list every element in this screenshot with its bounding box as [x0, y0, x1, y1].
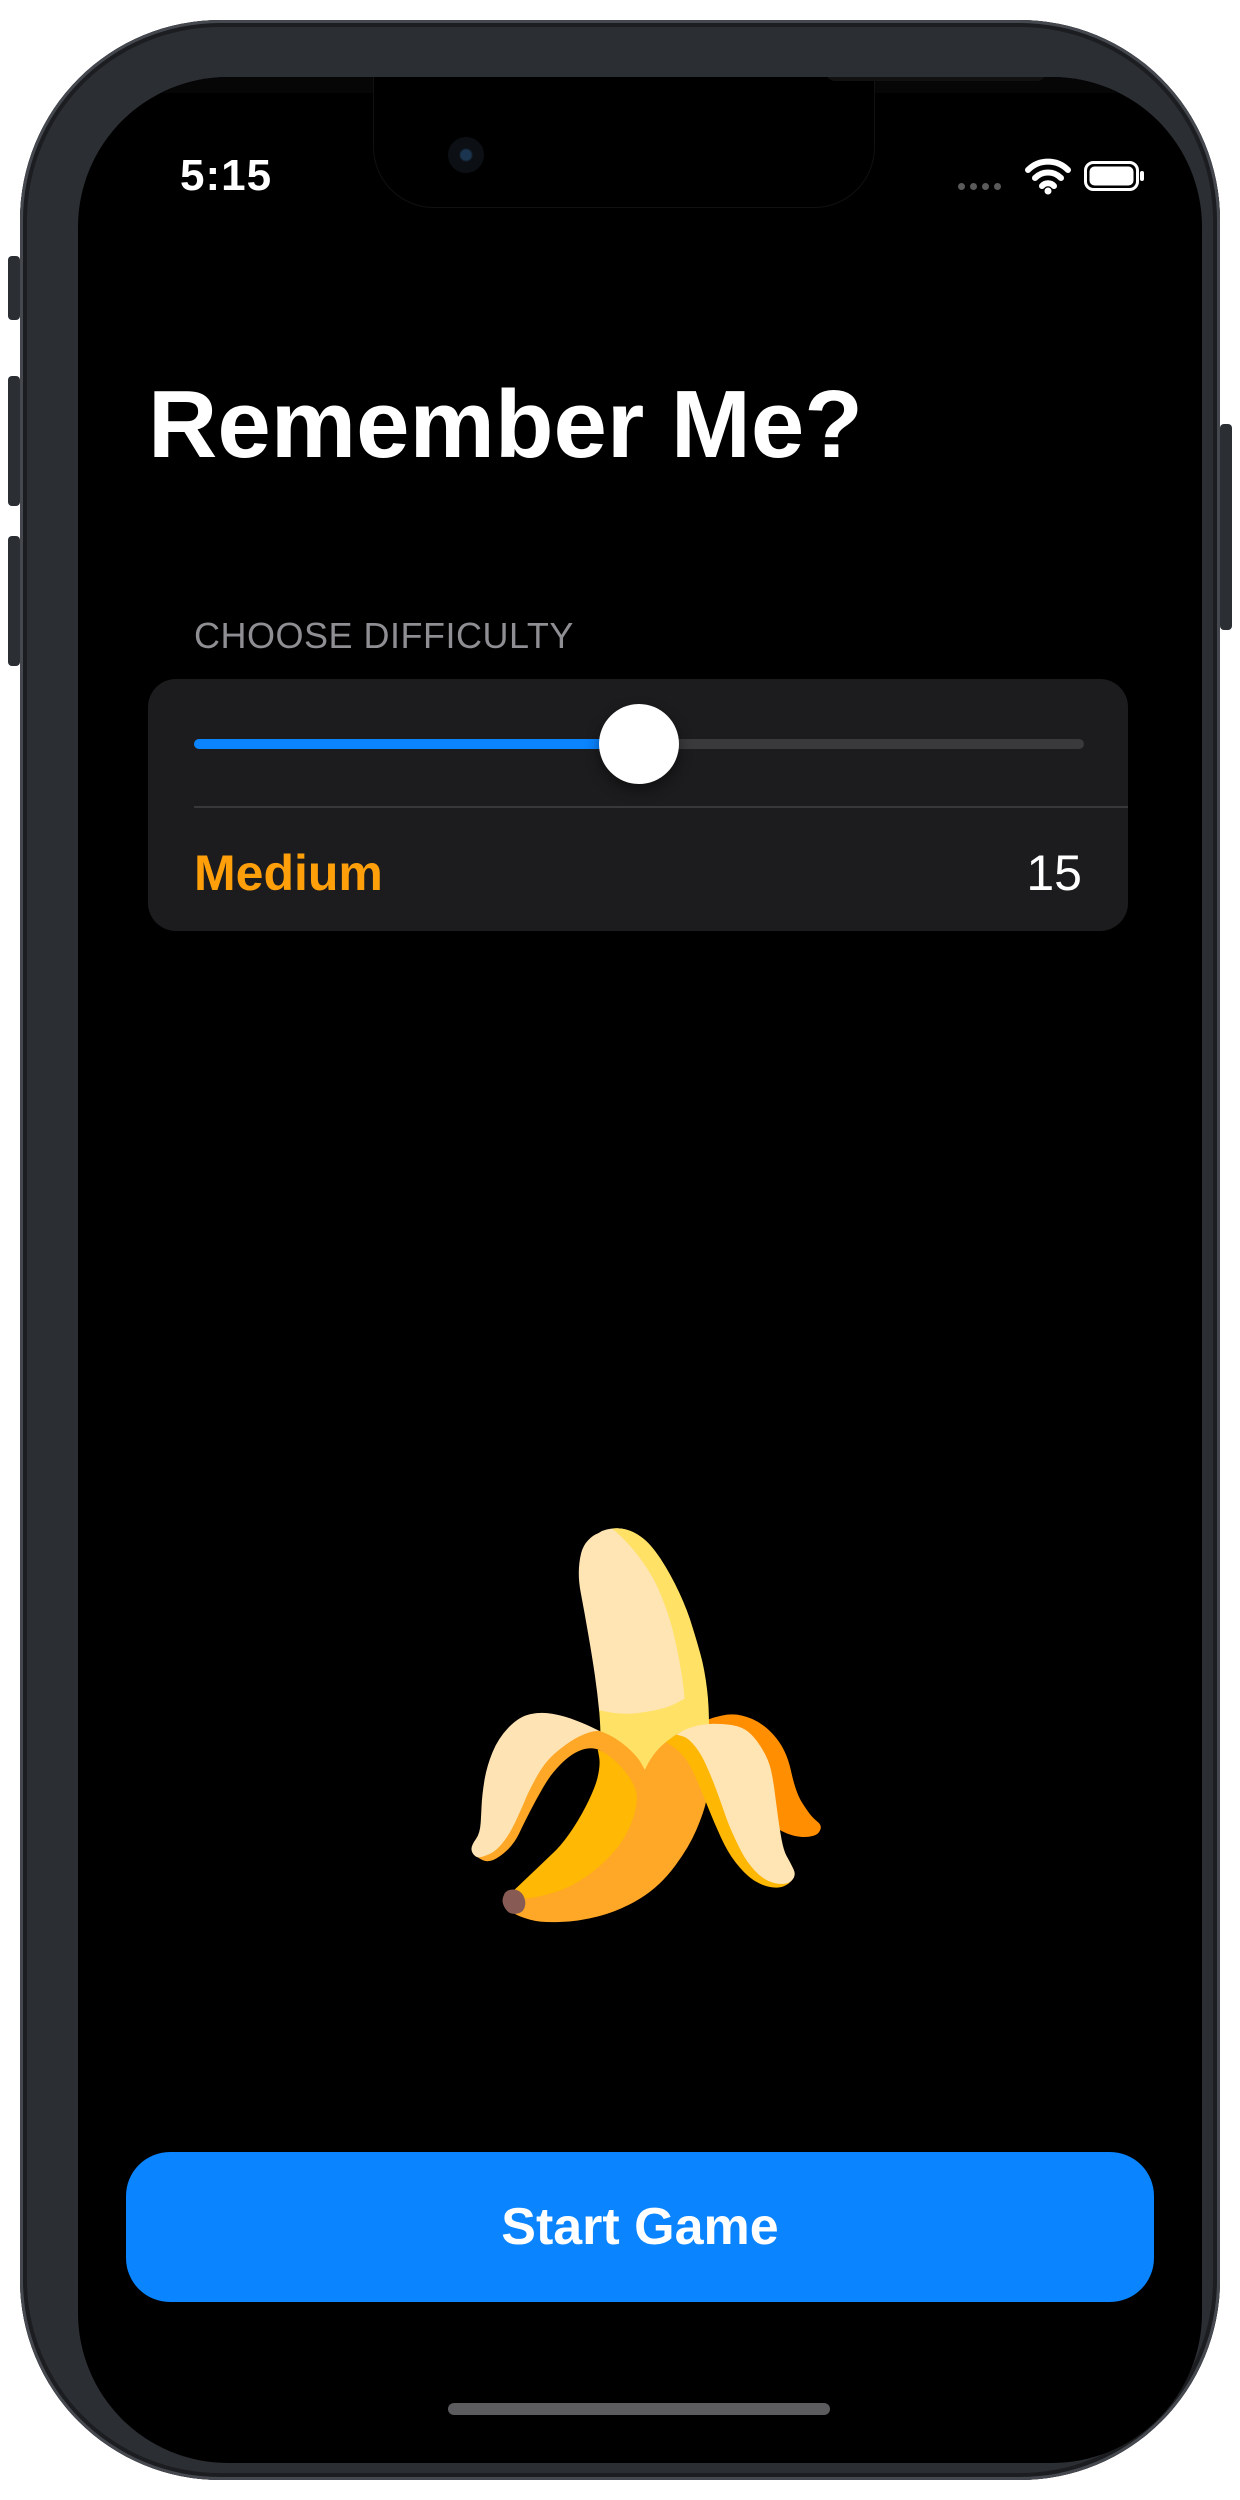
difficulty-value: 15 [1026, 845, 1082, 901]
volume-down-button [8, 536, 20, 666]
difficulty-card: Medium 15 [148, 679, 1128, 931]
volume-up-button [8, 376, 20, 506]
banana-emoji: 🍌 [413, 1526, 863, 1928]
power-button [1220, 424, 1232, 630]
difficulty-level-label: Medium [194, 845, 383, 901]
signal-dots-icon [958, 183, 1001, 190]
camera-icon [448, 137, 484, 173]
home-indicator[interactable] [448, 2403, 830, 2415]
phone-frame: 5:15 Remember Me? CHOOSE DIFFICULTY Medi… [8, 20, 1232, 2480]
app-screen: 5:15 Remember Me? CHOOSE DIFFICULTY Medi… [78, 77, 1202, 2463]
difficulty-slider[interactable] [194, 704, 1084, 784]
action-button [8, 256, 20, 320]
slider-thumb[interactable] [599, 704, 679, 784]
slider-fill [194, 739, 639, 749]
card-divider [194, 806, 1128, 808]
dynamic-island [374, 77, 1046, 207]
difficulty-section-label: CHOOSE DIFFICULTY [194, 615, 574, 656]
status-time: 5:15 [180, 151, 273, 200]
page-title: Remember Me? [148, 371, 863, 478]
start-game-button[interactable]: Start Game [126, 2152, 1154, 2302]
speaker-grille [826, 77, 1046, 81]
wifi-icon [1025, 158, 1071, 195]
battery-icon [1084, 161, 1144, 191]
